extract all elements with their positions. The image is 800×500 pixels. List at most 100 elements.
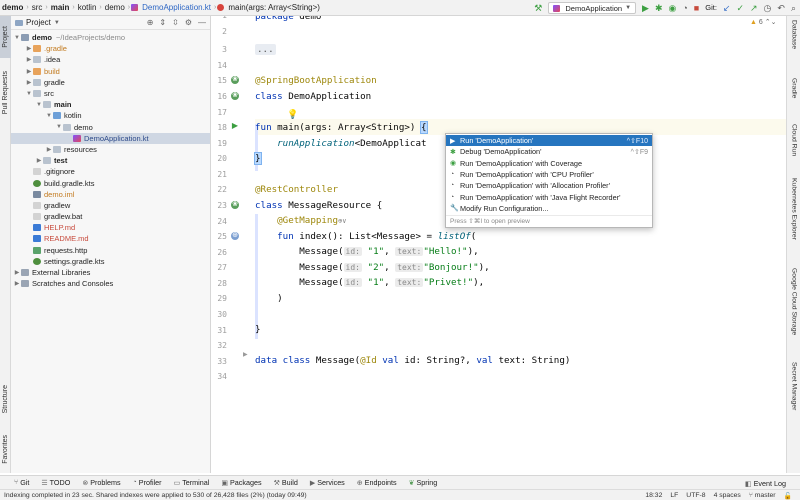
code-line-19[interactable]: runApplication<DemoApplicat — [255, 136, 426, 152]
web-endpoint-icon[interactable]: ⊕ — [231, 232, 239, 240]
tree-item-gradlew-bat[interactable]: gradlew.bat — [11, 211, 210, 222]
git-push-icon[interactable]: ↗ — [750, 3, 758, 13]
tab-structure[interactable]: Structure — [0, 378, 11, 420]
code-line-16[interactable]: class DemoApplication — [255, 89, 371, 105]
caret-position[interactable]: 18:32 — [645, 492, 662, 499]
stop-icon[interactable]: ■ — [694, 3, 699, 13]
spring-bean-icon[interactable]: ❀ — [231, 201, 239, 209]
tab-database[interactable]: Database — [787, 20, 800, 66]
tree-item-resources[interactable]: ▶ resources — [11, 144, 210, 155]
fold-marker-icon[interactable]: ▶ — [243, 351, 248, 358]
tab-packages[interactable]: ▣ Packages — [221, 478, 261, 487]
tree-item-requests-http[interactable]: requests.http — [11, 245, 210, 256]
history-icon[interactable]: ◷ — [764, 3, 772, 13]
tree-item-demo-iml[interactable]: demo.iml — [11, 189, 210, 200]
code-line-29[interactable]: ) — [255, 291, 283, 307]
tree-item-gitignore[interactable]: .gitignore — [11, 166, 210, 177]
git-branch[interactable]: ⑂ master — [749, 492, 776, 499]
tree-item-external-libraries[interactable]: ▶ External Libraries — [11, 267, 210, 278]
search-icon[interactable]: ⌕ — [791, 3, 796, 13]
code-line-22[interactable]: @RestController — [255, 182, 338, 198]
tab-git[interactable]: ⑂ Git — [14, 478, 29, 487]
breadcrumb-function[interactable]: main(args: Array<String>) — [226, 3, 322, 12]
line-separator[interactable]: LF — [670, 492, 678, 499]
code-line-28[interactable]: Message(id: "1", text: "Privet!"), — [255, 275, 484, 291]
code-line-26[interactable]: Message(id: "1", text: "Hello!"), — [255, 244, 478, 260]
menu-item-run[interactable]: ▶ Run 'DemoApplication' ^⇧F10 — [446, 135, 652, 147]
tree-item-settings-gradle[interactable]: settings.gradle.kts — [11, 256, 210, 267]
menu-item-modify-config[interactable]: 🔧 Modify Run Configuration... — [446, 203, 652, 214]
tree-item-src[interactable]: ▼ src — [11, 88, 210, 99]
menu-item-run-jfr[interactable]: ◔ Run 'DemoApplication' with 'Java Fligh… — [446, 191, 652, 202]
tree-item-build-gradle[interactable]: build.gradle.kts — [11, 177, 210, 188]
status-message[interactable]: Indexing completed in 23 sec. Shared ind… — [4, 492, 307, 499]
project-header[interactable]: Project ▼ ⊕ ⇕ ⇳ ⚙ — — [11, 16, 210, 30]
tree-item-scratches[interactable]: ▶ Scratches and Consoles — [11, 278, 210, 289]
run-configuration-selector[interactable]: DemoApplication ▼ — [548, 2, 637, 14]
collapse-all-icon[interactable]: ⇕ — [159, 18, 166, 27]
tree-item-demoapplication-kt[interactable]: DemoApplication.kt — [11, 132, 210, 144]
code-line-25[interactable]: fun index(): List<Message> = listOf( — [255, 229, 476, 245]
tab-kubernetes-explorer[interactable]: Kubernetes Explorer — [787, 178, 800, 262]
tab-problems[interactable]: ⊗ Problems — [82, 478, 120, 487]
profiler-icon[interactable]: ◔ — [682, 3, 687, 13]
tab-pull-requests[interactable]: Pull Requests — [0, 62, 11, 124]
tab-spring[interactable]: ❦ Spring — [409, 478, 438, 487]
tab-google-cloud-storage[interactable]: Google Cloud Storage — [787, 268, 800, 358]
tree-item-gradle-dir[interactable]: ▶ .gradle — [11, 43, 210, 54]
coverage-icon[interactable]: ◉ — [669, 3, 677, 13]
tree-item-kotlin[interactable]: ▼ kotlin — [11, 110, 210, 121]
code-line-31[interactable]: } — [255, 322, 261, 338]
tab-build[interactable]: ⚒ Build — [274, 478, 298, 487]
indent-setting[interactable]: 4 spaces — [714, 492, 741, 499]
lock-icon[interactable]: 🔓 — [784, 492, 792, 500]
tree-item-demo-package[interactable]: ▼ demo — [11, 122, 210, 133]
expand-all-icon[interactable]: ⇳ — [172, 18, 179, 27]
breadcrumb-project[interactable]: demo — [0, 3, 25, 12]
tab-cloud-run[interactable]: Cloud Run — [787, 124, 800, 172]
git-update-icon[interactable]: ↙ — [723, 3, 731, 13]
spring-bean-icon[interactable]: ❀ — [231, 76, 239, 84]
tree-item-help-md[interactable]: HELP.md — [11, 222, 210, 233]
tree-item-demo[interactable]: ▼ demo ~/IdeaProjects/demo — [11, 32, 210, 43]
code-line-20[interactable]: } — [254, 151, 262, 167]
menu-item-debug[interactable]: ✱ Debug 'DemoApplication' ^⇧F9 — [446, 146, 652, 157]
code-line-15[interactable]: @SpringBootApplication — [255, 73, 377, 89]
tree-item-gradlew[interactable]: gradlew — [11, 200, 210, 211]
menu-item-run-cpu-profiler[interactable]: ◔ Run 'DemoApplication' with 'CPU Profil… — [446, 169, 652, 180]
code-line-23[interactable]: class MessageResource { — [255, 198, 382, 214]
rollback-icon[interactable]: ↶ — [777, 3, 785, 13]
tree-item-readme-md[interactable]: README.md — [11, 233, 210, 244]
breadcrumb-main[interactable]: main — [49, 3, 72, 12]
code-editor[interactable]: 1 2 3 14 15 16 17 18 19 20 21 22 23 24 2… — [211, 16, 786, 473]
build-hammer-icon[interactable]: ⚒ — [534, 3, 542, 13]
code-line-18[interactable]: fun main(args: Array<String>) { — [255, 120, 428, 136]
tab-todo[interactable]: ☰ TODO — [41, 478, 70, 487]
tab-services[interactable]: ▶ Services — [310, 478, 345, 487]
tab-endpoints[interactable]: ⊕ Endpoints — [357, 478, 397, 487]
tree-item-build[interactable]: ▶ build — [11, 66, 210, 77]
code-line-33[interactable]: data class Message(@Id val id: String?, … — [255, 353, 570, 369]
menu-item-run-coverage[interactable]: ◉ Run 'DemoApplication' with Coverage — [446, 158, 652, 169]
tree-item-main[interactable]: ▼ main — [11, 99, 210, 110]
debug-icon[interactable]: ✱ — [655, 3, 663, 13]
code-line-3[interactable]: ... — [255, 42, 276, 58]
code-line-1[interactable]: package demo — [255, 16, 321, 25]
tree-item-test[interactable]: ▶ test — [11, 155, 210, 166]
breadcrumb-demo[interactable]: demo — [103, 3, 127, 12]
tab-profiler[interactable]: ◔ Profiler — [133, 478, 162, 487]
file-encoding[interactable]: UTF-8 — [686, 492, 705, 499]
editor-gutter[interactable]: 1 2 3 14 15 16 17 18 19 20 21 22 23 24 2… — [211, 16, 255, 473]
tab-event-log[interactable]: ◧ Event Log — [745, 476, 786, 490]
git-commit-icon[interactable]: ✓ — [736, 3, 744, 13]
lightbulb-icon[interactable]: 💡 — [287, 110, 298, 119]
tree-item-gradle[interactable]: ▶ gradle — [11, 77, 210, 88]
hide-icon[interactable]: — — [198, 18, 206, 27]
tab-secret-manager[interactable]: Secret Manager — [787, 362, 800, 424]
gear-icon[interactable]: ⚙ — [185, 18, 192, 27]
tree-item-idea[interactable]: ▶ .idea — [11, 54, 210, 65]
tab-gradle[interactable]: Gradle — [787, 78, 800, 118]
run-icon[interactable]: ▶ — [642, 3, 649, 13]
inspection-widget[interactable]: ▲ 6 ⌃⌄ — [750, 18, 777, 26]
tab-terminal[interactable]: ▭ Terminal — [174, 478, 210, 487]
